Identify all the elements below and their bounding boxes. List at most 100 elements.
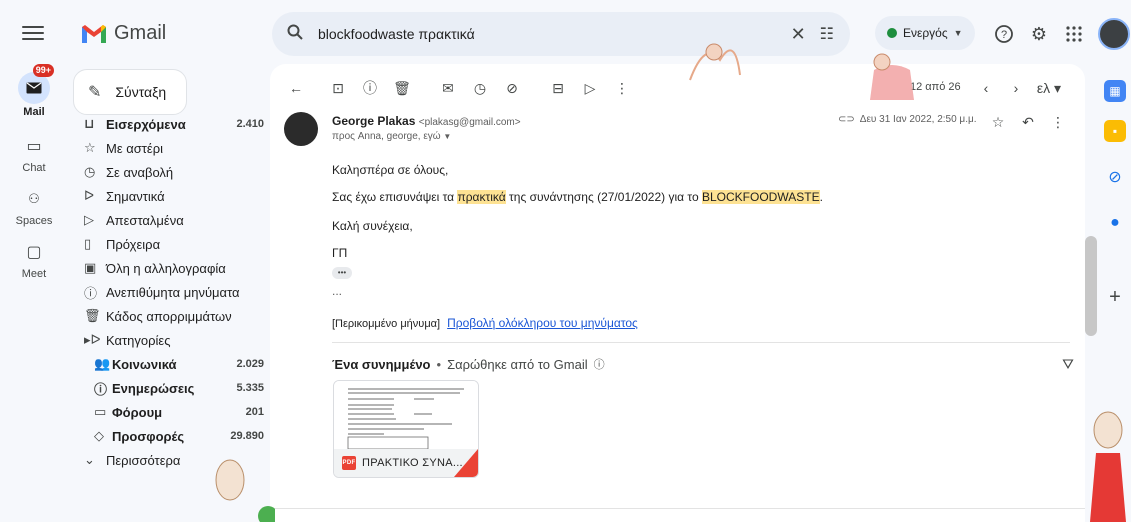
nav-item[interactable]: ⊔ Εισερχόμενα 2.410 (64, 112, 264, 136)
nav-item-label: Εισερχόμενα (106, 116, 186, 132)
account-avatar[interactable] (1098, 18, 1130, 50)
nav-item-label: Ανεπιθύμητα μηνύματα (106, 284, 240, 300)
search-icon[interactable] (286, 23, 304, 46)
calendar-icon[interactable]: ▦ (1104, 80, 1126, 102)
clear-search-icon[interactable]: ✕ (791, 24, 806, 45)
main-menu-button[interactable] (22, 22, 44, 44)
sender-email: <plakasg@gmail.com> (418, 117, 521, 128)
reply-icon[interactable]: ↶ (1016, 110, 1040, 134)
email-date: Δευ 31 Ιαν 2022, 2:50 μ.μ. (859, 114, 977, 125)
trash-icon: 🗑 (84, 308, 101, 323)
add-to-drive-icon[interactable]: ⛛ (1056, 352, 1080, 376)
highlight-blockfoodwaste: BLOCKFOODWASTE (702, 190, 820, 204)
archive-icon[interactable]: ⊡ (326, 76, 350, 100)
settings-gear-icon[interactable]: ⚙ (1025, 20, 1053, 48)
attachment-card[interactable]: PDF ΠΡΑΚΤΙΚΟ ΣΥΝΑ... (333, 380, 479, 478)
email-line1-post: . (819, 190, 823, 204)
nav-item-count: 2.410 (236, 118, 264, 130)
contacts-icon[interactable]: ● (1104, 212, 1126, 234)
sender-name[interactable]: George Plakas (332, 114, 415, 128)
chevron-down-icon: ▼ (443, 132, 452, 141)
rail-label: Mail (23, 106, 45, 118)
add-addon-icon[interactable]: + (1104, 286, 1126, 308)
highlight-praktika: πρακτικά (457, 190, 506, 204)
nav-item[interactable]: ▭ Φόρουμ 201 (64, 400, 264, 424)
nav-item-label: Κάδος απορριμμάτων (106, 308, 232, 324)
nav-item[interactable]: ⓘ Ενημερώσεις 5.335 (64, 376, 264, 400)
nav-item-count: 201 (245, 406, 264, 418)
status-label: Ενεργός (903, 26, 948, 40)
nav-item-label: Κατηγορίες (106, 332, 171, 348)
compose-button[interactable]: ✎ Σύνταξη (73, 69, 187, 115)
scrollbar-thumb[interactable] (1085, 236, 1097, 336)
next-page-icon[interactable]: › (1004, 76, 1028, 100)
snooze-icon[interactable]: ◷ (468, 76, 492, 100)
forum-icon: ▭ (94, 404, 107, 419)
rail-spaces[interactable]: ⚇ Spaces (4, 183, 64, 227)
nav-item-label: Απεσταλμένα (106, 212, 184, 228)
star-icon: ☆ (84, 140, 96, 155)
attachment-clip-icon: ⊂⊃ (838, 114, 855, 125)
keep-icon[interactable]: ▪ (1104, 120, 1126, 142)
add-to-tasks-icon[interactable]: ⊘ (500, 76, 524, 100)
move-to-icon[interactable]: ⊟ (546, 76, 570, 100)
nav-item[interactable]: ◷ Σε αναβολή (64, 160, 264, 184)
divider (270, 508, 1085, 509)
label-icon[interactable]: ▷ (578, 76, 602, 100)
gmail-logo-text: Gmail (114, 22, 167, 44)
star-icon[interactable]: ☆ (986, 110, 1010, 134)
prev-page-icon[interactable]: ‹ (974, 76, 998, 100)
video-camera-icon: ▢ (26, 244, 42, 261)
online-status-icon (887, 28, 897, 38)
delete-icon[interactable]: 🗑 (390, 76, 414, 100)
view-full-message-link[interactable]: Προβολή ολόκληρου του μηνύματος (447, 316, 638, 330)
nav-item[interactable]: ᐅ Σημαντικά (64, 184, 264, 208)
nav-item[interactable]: 👥 Κοινωνικά 2.029 (64, 352, 264, 376)
back-arrow-icon[interactable]: ← (284, 76, 308, 100)
nav-item-label: Φόρουμ (112, 404, 163, 420)
spam-icon: ⓘ (84, 285, 98, 301)
nav-item[interactable]: ▸ᐅ Κατηγορίες (64, 328, 264, 352)
attachments-heading: Ένα συνημμένο (332, 356, 431, 372)
rail-mail[interactable]: 99+ Mail (4, 64, 64, 118)
help-icon[interactable]: ? (990, 20, 1018, 48)
recipients-toggle[interactable]: προς Anna, george, εγώ ▼ (332, 131, 451, 142)
rail-chat[interactable]: ▭ Chat (4, 130, 64, 174)
info-icon[interactable]: ⓘ (594, 356, 605, 372)
chevron-down-icon: ⌄ (84, 452, 95, 467)
people-icon: 👥 (94, 356, 111, 371)
email-signature: ΓΠ (332, 246, 348, 260)
cartoon-character-overlay (215, 459, 275, 522)
clipped-message-label: [Περικομμένο μήνυμα] (332, 318, 441, 330)
gmail-logo[interactable]: Gmail (80, 22, 166, 45)
nav-item-label: Σε αναβολή (106, 164, 174, 180)
search-bar[interactable]: ✕ ☷ (272, 12, 850, 56)
show-trimmed-button[interactable]: ••• (332, 267, 352, 279)
info-icon: ⓘ (94, 381, 108, 397)
nav-item[interactable]: ☆ Με αστέρι (64, 136, 264, 160)
email-line1: Σας έχω επισυνάψει τα πρακτικά της συνάν… (332, 190, 823, 204)
rail-meet[interactable]: ▢ Meet (4, 236, 64, 280)
nav-item[interactable]: 🗑 Κάδος απορριμμάτων (64, 304, 264, 328)
nav-item-label: Κοινωνικά (112, 356, 177, 372)
mark-unread-icon[interactable]: ✉ (436, 76, 460, 100)
pdf-corner-fold-icon (454, 449, 478, 477)
more-vert-icon[interactable]: ⋮ (1046, 110, 1070, 134)
label-important-icon: ᐅ (84, 188, 94, 203)
nav-item[interactable]: ▷ Απεσταλμένα (64, 208, 264, 232)
rail-label: Chat (22, 162, 46, 174)
apps-grid-icon[interactable] (1060, 20, 1088, 48)
tasks-icon[interactable]: ⊘ (1104, 166, 1126, 188)
more-vert-icon[interactable]: ⋮ (610, 76, 634, 100)
report-spam-icon[interactable]: ⓘ (358, 76, 382, 100)
search-options-icon[interactable]: ☷ (820, 24, 834, 44)
nav-item-label: Όλη η αλληλογραφία (106, 260, 226, 276)
nav-item[interactable]: ⓘ Ανεπιθύμητα μηνύματα (64, 280, 264, 304)
nav-item[interactable]: ▣ Όλη η αλληλογραφία (64, 256, 264, 280)
trailing-dots: ... (332, 284, 343, 298)
nav-item-label: Ενημερώσεις (112, 380, 195, 396)
input-tools-icon[interactable]: ελ ▾ (1032, 76, 1066, 100)
nav-item[interactable]: ▯ Πρόχειρα (64, 232, 264, 256)
sender-avatar[interactable] (284, 112, 318, 146)
categories-icon: ▸ᐅ (84, 332, 101, 347)
